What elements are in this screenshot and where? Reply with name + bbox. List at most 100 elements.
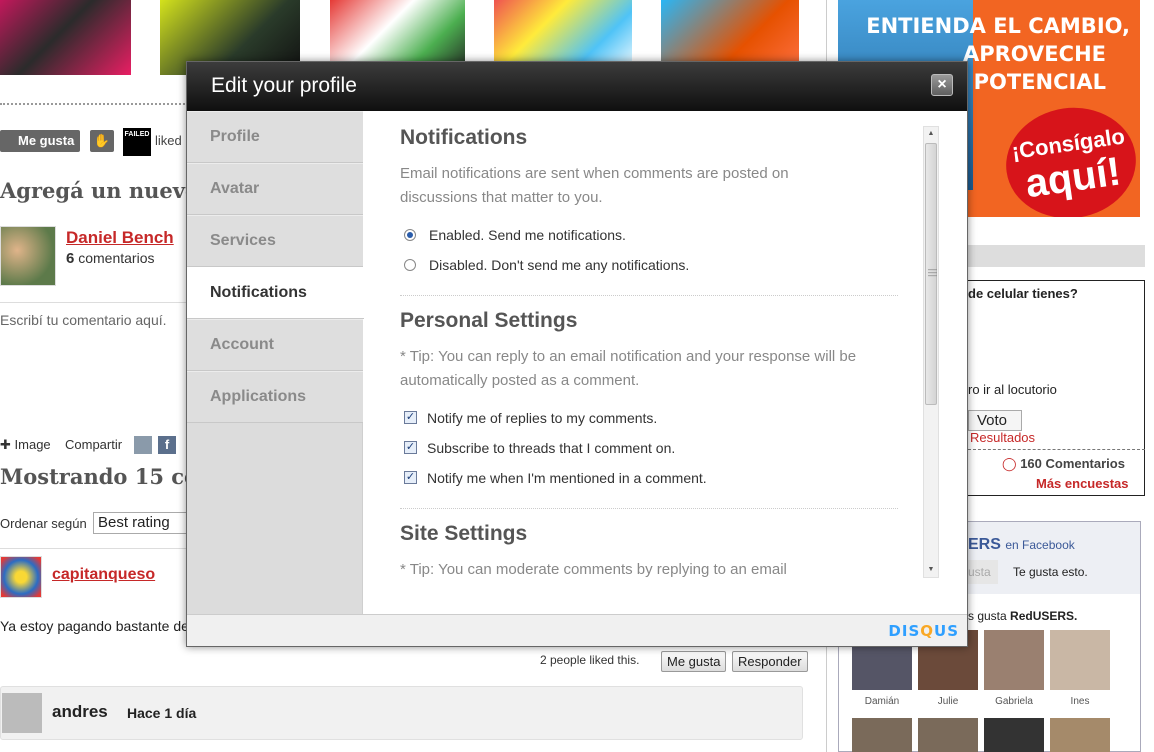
liked-text: liked: [155, 133, 182, 148]
poll-comments-link[interactable]: ◯ 160 Comentarios: [1002, 456, 1125, 472]
checkbox-icon[interactable]: ✓: [404, 471, 417, 484]
friend-avatar[interactable]: [1050, 630, 1110, 690]
magazine-thumbnail[interactable]: [0, 0, 131, 75]
close-icon[interactable]: ×: [931, 74, 953, 96]
facebook-icon[interactable]: f: [158, 436, 176, 454]
dialog-title: Edit your profile: [211, 74, 357, 97]
friend-name: Ines: [1070, 696, 1090, 707]
user-comment-suffix: comentarios: [78, 250, 155, 266]
ad-badge[interactable]: ¡Consígalo aquí!: [998, 99, 1140, 217]
scroll-up-icon[interactable]: ▲: [924, 127, 938, 141]
facebook-like-button[interactable]: usta: [968, 560, 998, 584]
divider: [968, 449, 1145, 450]
friend-name: Gabriela: [995, 696, 1033, 707]
logo-part: Q: [920, 622, 935, 640]
radio-label: Disabled. Don't send me any notification…: [429, 257, 690, 273]
divider: [400, 508, 898, 509]
fail-avatar: FAILED: [123, 128, 151, 156]
scroll-down-icon[interactable]: ▼: [924, 563, 938, 577]
friend-name: Damián: [864, 696, 900, 707]
ad-headline-2: APROVECHE: [962, 42, 1106, 66]
likes-count-text: 2 people liked this.: [540, 653, 640, 667]
user-comment-count: 6 comentarios: [66, 250, 155, 267]
image-button[interactable]: ✚ Image: [0, 437, 51, 453]
image-label: Image: [14, 437, 51, 452]
comment-bubble-icon: ◯: [1002, 456, 1017, 471]
friend-avatar[interactable]: [1050, 718, 1110, 752]
facebook-people-prefix: s gusta: [968, 609, 1007, 623]
poll-comments-text: 160 Comentarios: [1020, 456, 1125, 471]
comment-row: [0, 686, 803, 740]
dialog-header: Edit your profile ×: [187, 62, 967, 111]
comment-author-link[interactable]: capitanqueso: [52, 566, 155, 584]
comment-author: andres: [52, 702, 108, 721]
radio-icon[interactable]: [404, 229, 416, 241]
facebook-title-suffix: en Facebook: [1005, 538, 1075, 552]
comment-text: Ya estoy pagando bastante de: [0, 618, 189, 634]
facebook-people-text: s gusta RedUSERS.: [968, 609, 1077, 623]
site-settings-tip: * Tip: You can moderate comments by repl…: [400, 561, 787, 578]
more-polls-link[interactable]: Más encuestas: [1036, 476, 1129, 491]
radio-icon[interactable]: [404, 259, 416, 271]
checkbox-label: Notify me when I'm mentioned in a commen…: [427, 470, 707, 486]
avatar: [0, 226, 56, 286]
sidebar-item-profile[interactable]: Profile: [187, 111, 363, 163]
like-button[interactable]: Me gusta: [0, 130, 81, 152]
add-comment-heading: Agregá un nuevo: [0, 178, 199, 203]
facebook-page-name: RedUSERS.: [1010, 609, 1078, 623]
comment-time: Hace 1 día: [127, 705, 197, 721]
like-button-label: Me gusta: [18, 133, 75, 148]
checkbox-icon[interactable]: ✓: [404, 411, 417, 424]
friend-name: Julie: [937, 696, 959, 707]
sort-select[interactable]: Best rating: [93, 512, 193, 534]
avatar: [0, 556, 42, 598]
comment-placeholder: Escribí tu comentario aquí.: [0, 312, 167, 328]
grip-icon: — — —: [928, 264, 937, 280]
settings-panel: Notifications Email notifications are se…: [364, 111, 967, 614]
friend-avatar[interactable]: [984, 718, 1044, 752]
facebook-like-text: Te gusta esto.: [1013, 565, 1088, 579]
sidebar-item-applications[interactable]: Applications: [187, 371, 363, 423]
scrollbar[interactable]: ▲ — — — ▼: [923, 126, 939, 578]
poll-question: de celular tienes?: [968, 286, 1078, 301]
edit-profile-dialog: Edit your profile × Profile Avatar Servi…: [186, 61, 968, 647]
friend-avatar[interactable]: [984, 630, 1044, 690]
sidebar-item-services[interactable]: Services: [187, 215, 363, 267]
dislike-icon[interactable]: ✋: [90, 130, 114, 152]
twitter-icon[interactable]: [134, 436, 152, 454]
facebook-page-title: ERS: [968, 536, 1001, 553]
friend-avatar[interactable]: [918, 718, 978, 752]
avatar: [2, 693, 42, 733]
user-comment-number: 6: [66, 250, 75, 267]
reply-button[interactable]: Responder: [732, 651, 808, 672]
share-label: Compartir: [65, 437, 123, 452]
scroll-thumb[interactable]: — — —: [925, 143, 937, 405]
ad-headline-1: ENTIENDA EL CAMBIO,: [866, 14, 1130, 38]
sidebar-item-notifications[interactable]: Notifications: [187, 267, 364, 319]
checkbox-icon[interactable]: ✓: [404, 441, 417, 454]
site-settings-heading: Site Settings: [400, 522, 528, 545]
notifications-heading: Notifications: [400, 126, 528, 149]
sort-label: Ordenar según: [0, 516, 87, 531]
facebook-widget-title[interactable]: ERS en Facebook: [968, 536, 1075, 554]
notifications-description: Email notifications are sent when commen…: [400, 165, 789, 206]
sidebar-item-avatar[interactable]: Avatar: [187, 163, 363, 215]
vote-button[interactable]: Voto: [968, 410, 1022, 431]
personal-settings-heading: Personal Settings: [400, 309, 578, 332]
disqus-logo[interactable]: DISQUS: [888, 622, 959, 640]
comment-like-button[interactable]: Me gusta: [661, 651, 727, 672]
results-link[interactable]: Resultados: [970, 430, 1035, 445]
sidebar-item-account[interactable]: Account: [187, 319, 363, 371]
radio-label: Enabled. Send me notifications.: [429, 227, 626, 243]
personal-settings-tip: * Tip: You can reply to an email notific…: [400, 348, 857, 389]
friend-avatar[interactable]: [852, 718, 912, 752]
checkbox-label: Subscribe to threads that I comment on.: [427, 440, 676, 456]
fail-avatar-text: FAILED: [124, 131, 150, 138]
dialog-footer: DISQUS: [187, 614, 967, 646]
plus-icon: ✚: [0, 437, 11, 452]
logo-part: US: [934, 622, 959, 640]
settings-sidebar: Profile Avatar Services Notifications Ac…: [187, 111, 364, 614]
user-name-link[interactable]: Daniel Bench: [66, 228, 174, 248]
divider: [400, 295, 898, 296]
poll-option[interactable]: ro ir al locutorio: [968, 382, 1057, 397]
